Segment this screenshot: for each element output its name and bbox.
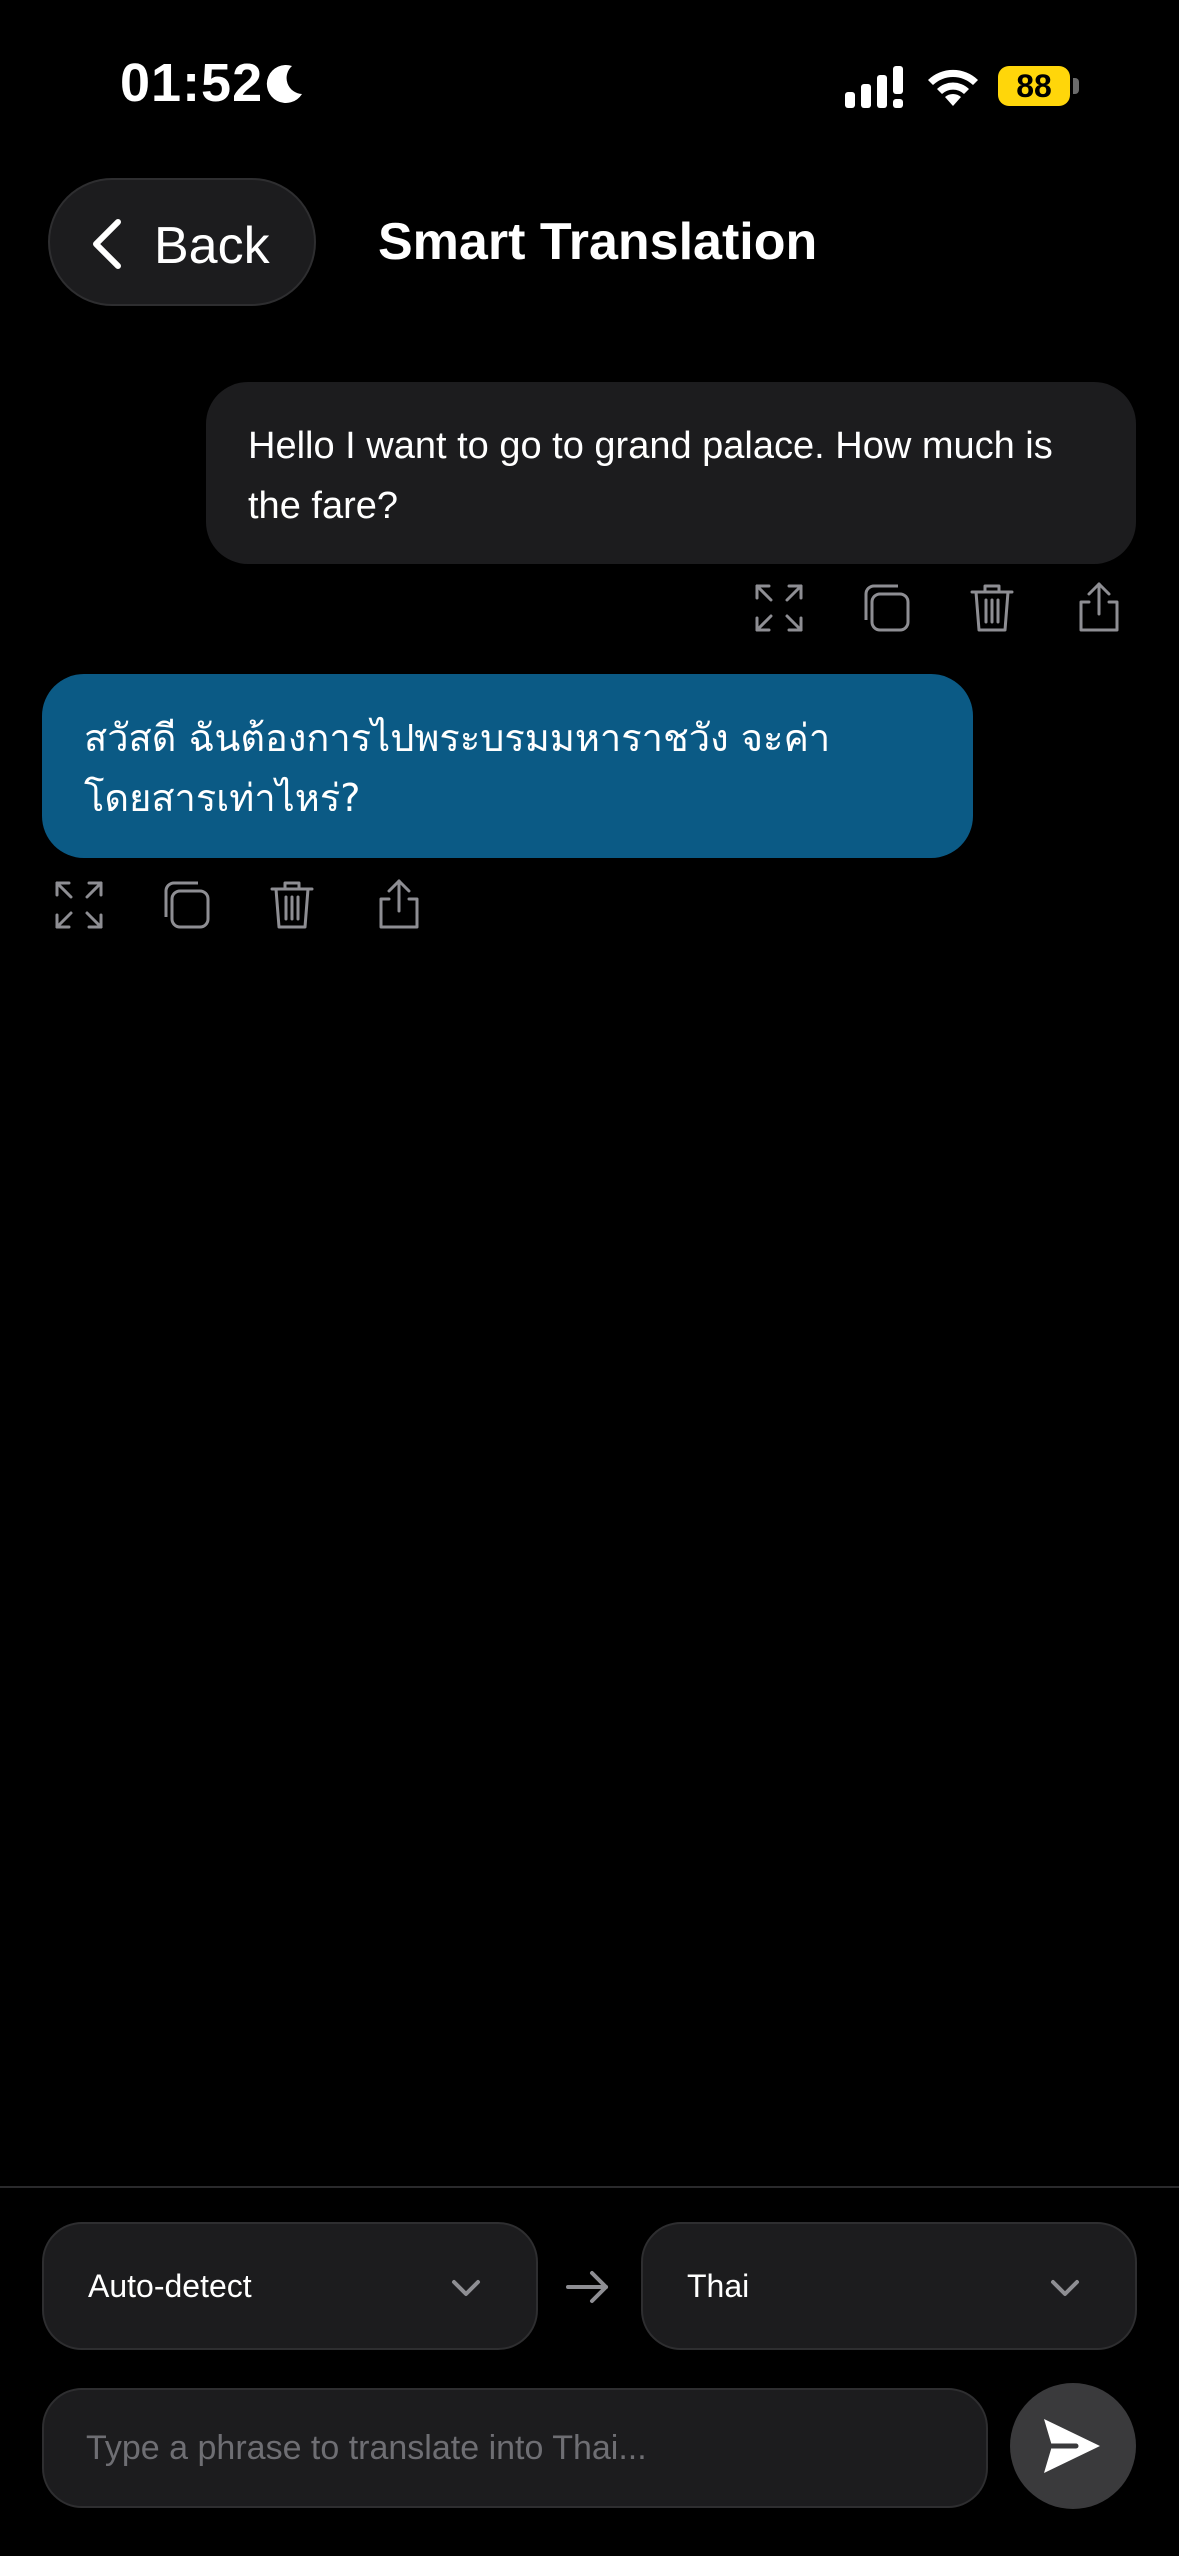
send-button[interactable]: [1010, 2383, 1136, 2509]
arrow-right-icon: [566, 2271, 608, 2303]
translation-delete-button[interactable]: [264, 877, 320, 933]
send-icon: [1044, 2419, 1100, 2473]
battery-tip: [1073, 78, 1079, 94]
page-title: Smart Translation: [378, 213, 818, 271]
expand-icon: [755, 584, 803, 632]
source-share-button[interactable]: [1071, 580, 1127, 636]
expand-icon: [55, 881, 103, 929]
share-icon: [1079, 582, 1119, 632]
trash-icon: [270, 881, 314, 929]
translation-screen: 01:52 88 Back Smart Translation Hello I: [0, 0, 1179, 2556]
back-button[interactable]: Back: [48, 178, 316, 306]
status-time: 01:52: [120, 53, 264, 113]
signal-icon: [845, 66, 903, 108]
bottom-divider: [0, 2186, 1179, 2188]
moon-icon: [266, 64, 302, 103]
share-icon: [379, 879, 419, 929]
source-delete-button[interactable]: [964, 580, 1020, 636]
translation-copy-button[interactable]: [158, 877, 214, 933]
translation-share-button[interactable]: [371, 877, 427, 933]
copy-icon: [864, 584, 910, 632]
status-bar: 01:52 88: [0, 0, 1179, 170]
trash-icon: [970, 584, 1014, 632]
source-message-bubble[interactable]: Hello I want to go to grand palace. How …: [206, 382, 1136, 564]
source-copy-button[interactable]: [858, 580, 914, 636]
source-message-text: Hello I want to go to grand palace. How …: [248, 425, 1053, 527]
source-expand-button[interactable]: [751, 580, 807, 636]
target-language-label: Thai: [687, 2268, 750, 2304]
source-language-label: Auto-detect: [88, 2268, 252, 2304]
battery-level: 88: [1016, 67, 1052, 104]
translation-message-text: สวัสดี ฉันต้องการไปพระบรมมหาราชวัง จะค่า…: [84, 716, 831, 820]
battery-icon: 88: [998, 66, 1070, 106]
chevron-down-icon: [452, 2280, 480, 2296]
copy-icon: [164, 881, 210, 929]
translation-message-bubble[interactable]: สวัสดี ฉันต้องการไปพระบรมมหาราชวัง จะค่า…: [42, 674, 973, 858]
target-language-select[interactable]: Thai: [641, 2222, 1137, 2350]
chevron-down-icon: [1051, 2280, 1079, 2296]
back-label: Back: [154, 217, 270, 275]
wifi-icon: [928, 69, 978, 106]
chevron-left-icon: [93, 219, 121, 269]
phrase-input[interactable]: [42, 2388, 988, 2508]
translation-expand-button[interactable]: [51, 877, 107, 933]
source-language-select[interactable]: Auto-detect: [42, 2222, 538, 2350]
